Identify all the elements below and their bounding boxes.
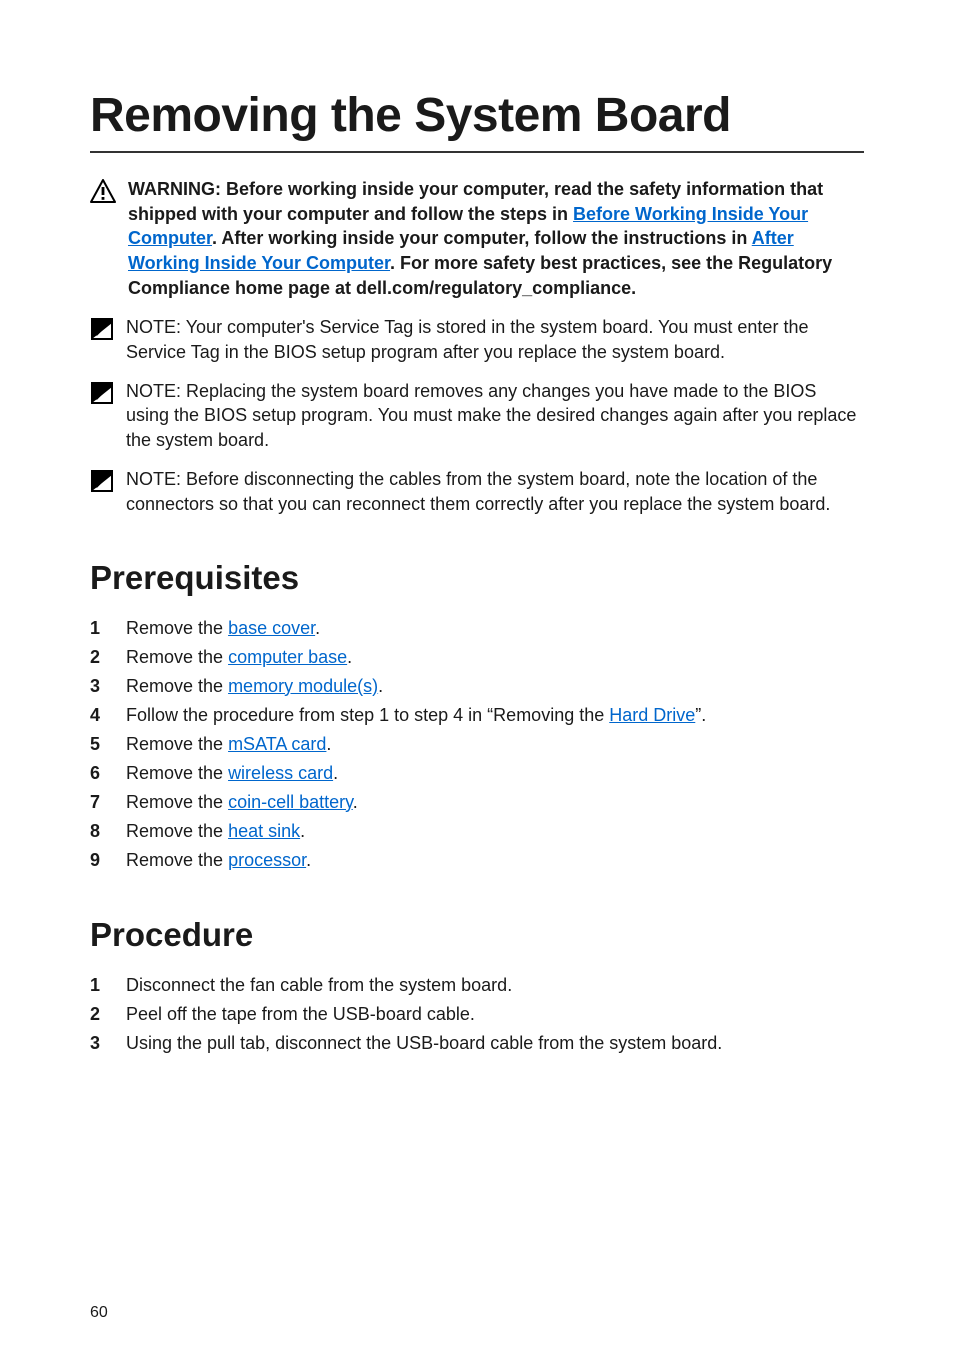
text: .	[315, 618, 320, 638]
prerequisites-heading: Prerequisites	[90, 559, 864, 597]
warning-triangle-icon	[90, 179, 116, 203]
proc-step-3: Using the pull tab, disconnect the USB-b…	[126, 1030, 722, 1057]
note-2-body: Replacing the system board removes any c…	[126, 381, 856, 451]
link-computer-base[interactable]: computer base	[228, 647, 347, 667]
list-item: Remove the wireless card.	[90, 760, 864, 787]
warning-text: WARNING: Before working inside your comp…	[128, 177, 864, 301]
link-base-cover[interactable]: base cover	[228, 618, 315, 638]
list-item: Remove the processor.	[90, 847, 864, 874]
procedure-heading: Procedure	[90, 916, 864, 954]
page-container: Removing the System Board WARNING: Befor…	[0, 0, 954, 1366]
link-heat-sink[interactable]: heat sink	[228, 821, 300, 841]
note-label: NOTE:	[126, 317, 186, 337]
text: .	[326, 734, 331, 754]
note-icon	[90, 469, 114, 493]
text: Remove the	[126, 618, 228, 638]
text: .	[353, 792, 358, 812]
text: .	[333, 763, 338, 783]
link-wireless-card[interactable]: wireless card	[228, 763, 333, 783]
list-item: Remove the computer base.	[90, 644, 864, 671]
text: .	[306, 850, 311, 870]
text: .	[300, 821, 305, 841]
proc-step-1: Disconnect the fan cable from the system…	[126, 972, 512, 999]
note-block-2: NOTE: Replacing the system board removes…	[90, 379, 864, 453]
text: Remove the	[126, 821, 228, 841]
text: Follow the procedure from step 1 to step…	[126, 705, 609, 725]
note-3-body: Before disconnecting the cables from the…	[126, 469, 830, 514]
list-item: Remove the heat sink.	[90, 818, 864, 845]
note-label: NOTE:	[126, 381, 186, 401]
text: Remove the	[126, 734, 228, 754]
note-icon	[90, 381, 114, 405]
proc-step-2: Peel off the tape from the USB-board cab…	[126, 1001, 475, 1028]
note-block-1: NOTE: Your computer's Service Tag is sto…	[90, 315, 864, 365]
text: Remove the	[126, 647, 228, 667]
warning-block: WARNING: Before working inside your comp…	[90, 177, 864, 301]
text: Remove the	[126, 850, 228, 870]
link-hard-drive[interactable]: Hard Drive	[609, 705, 695, 725]
list-item: Remove the base cover.	[90, 615, 864, 642]
text: Remove the	[126, 792, 228, 812]
text: Remove the	[126, 676, 228, 696]
page-number: 60	[90, 1304, 108, 1322]
page-title: Removing the System Board	[90, 90, 864, 143]
note-2-text: NOTE: Replacing the system board removes…	[126, 379, 864, 453]
note-3-text: NOTE: Before disconnecting the cables fr…	[126, 467, 864, 517]
list-item: Disconnect the fan cable from the system…	[90, 972, 864, 999]
note-1-body: Your computer's Service Tag is stored in…	[126, 317, 808, 362]
prerequisites-list: Remove the base cover. Remove the comput…	[90, 615, 864, 874]
list-item: Remove the memory module(s).	[90, 673, 864, 700]
title-divider	[90, 151, 864, 153]
link-msata-card[interactable]: mSATA card	[228, 734, 326, 754]
list-item: Peel off the tape from the USB-board cab…	[90, 1001, 864, 1028]
text: .	[347, 647, 352, 667]
note-1-text: NOTE: Your computer's Service Tag is sto…	[126, 315, 864, 365]
warning-text-part2: . After working inside your computer, fo…	[212, 228, 752, 248]
link-memory-modules[interactable]: memory module(s)	[228, 676, 378, 696]
text: Remove the	[126, 763, 228, 783]
list-item: Using the pull tab, disconnect the USB-b…	[90, 1030, 864, 1057]
list-item: Remove the coin-cell battery.	[90, 789, 864, 816]
link-coin-cell-battery[interactable]: coin-cell battery	[228, 792, 353, 812]
link-processor[interactable]: processor	[228, 850, 306, 870]
note-icon	[90, 317, 114, 341]
text: .	[378, 676, 383, 696]
procedure-list: Disconnect the fan cable from the system…	[90, 972, 864, 1057]
list-item: Follow the procedure from step 1 to step…	[90, 702, 864, 729]
note-block-3: NOTE: Before disconnecting the cables fr…	[90, 467, 864, 517]
list-item: Remove the mSATA card.	[90, 731, 864, 758]
note-label: NOTE:	[126, 469, 186, 489]
text: ”.	[695, 705, 706, 725]
